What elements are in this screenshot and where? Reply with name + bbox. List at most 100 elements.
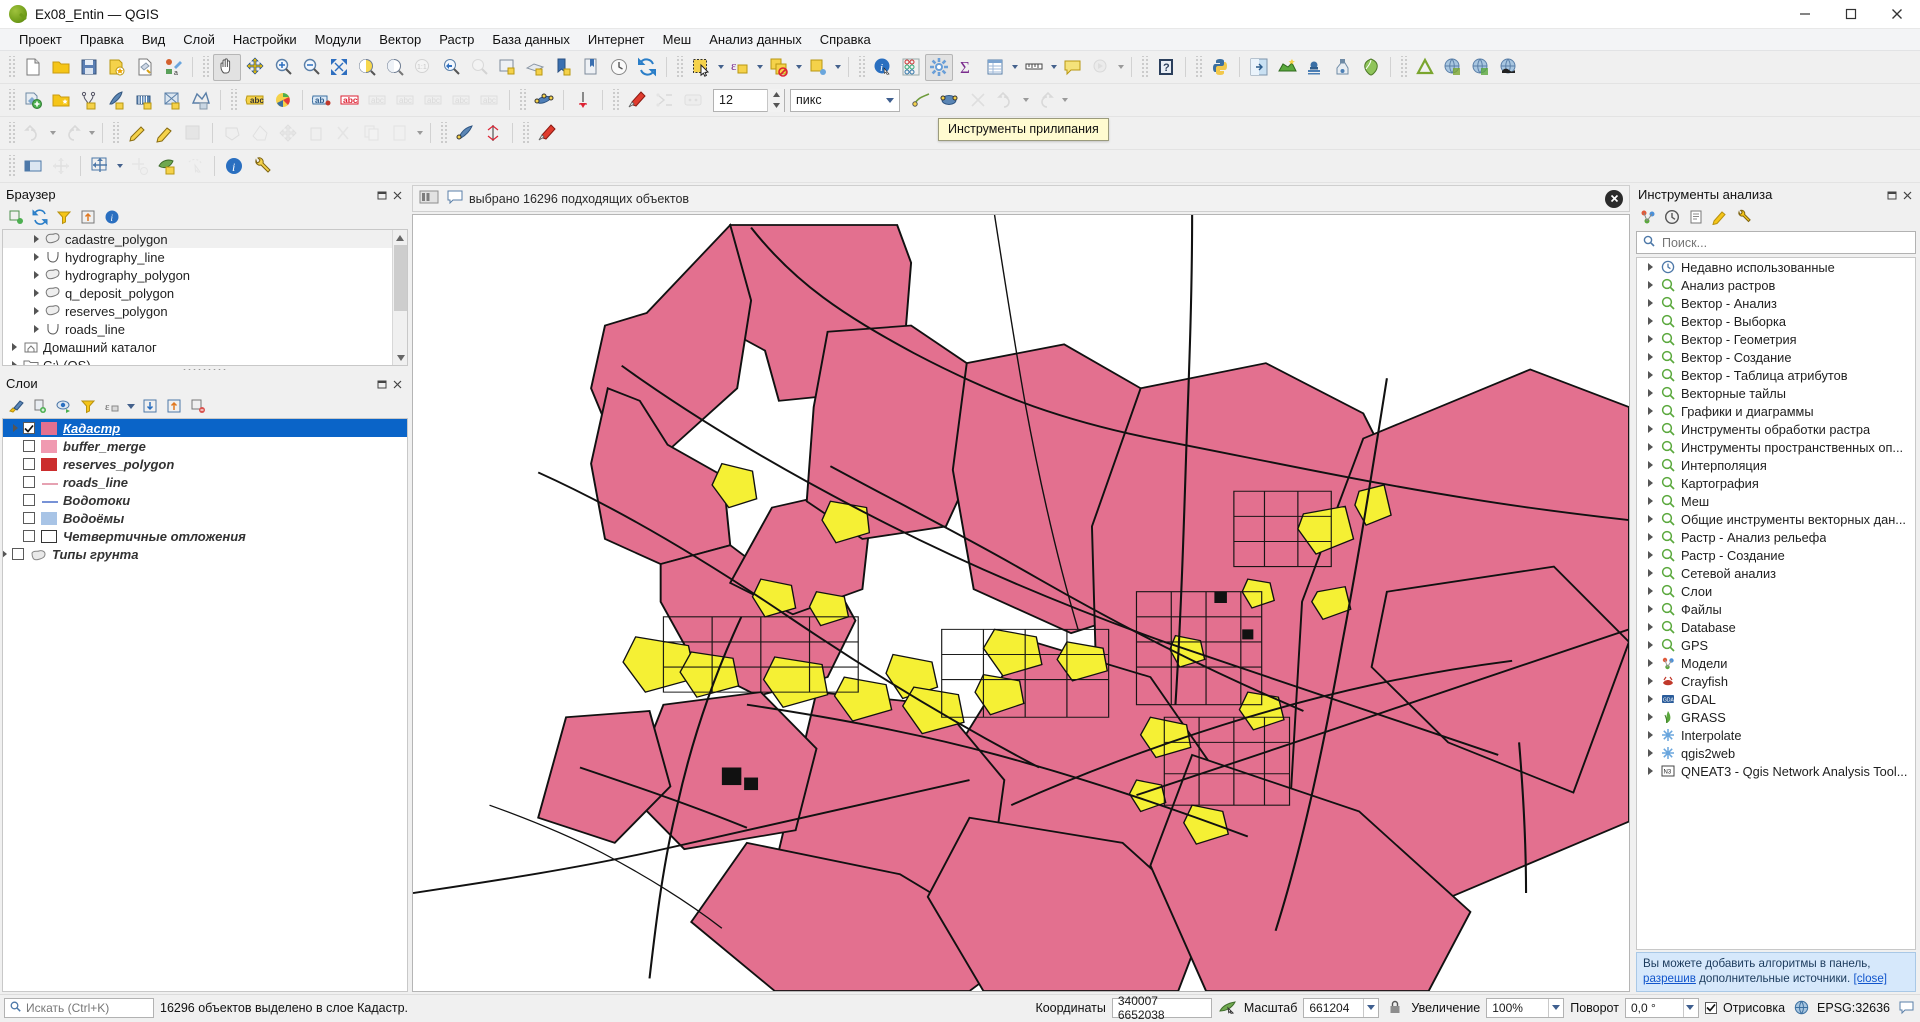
expand-arrow-icon[interactable] [1643, 677, 1658, 685]
processing-search-input[interactable] [1636, 231, 1916, 254]
toggle-panel-button[interactable] [19, 153, 47, 180]
georeferencer-button[interactable] [47, 153, 75, 180]
processing-group-gps[interactable]: GPS [1637, 636, 1915, 654]
pan-to-selection-button[interactable] [241, 54, 269, 81]
topological-editing-button[interactable] [908, 87, 936, 114]
collapse-all-icon[interactable] [77, 207, 99, 228]
expand-arrow-icon[interactable] [3, 550, 12, 558]
new-memory-layer-button[interactable] [103, 87, 131, 114]
add-vector-layer-button[interactable] [1273, 54, 1301, 81]
minimize-button[interactable] [1782, 0, 1828, 29]
toolbar-grip[interactable] [857, 56, 866, 78]
processing-group-raster-creation[interactable]: Растр - Создание [1637, 546, 1915, 564]
stepper-down[interactable] [768, 100, 784, 112]
zoom-in-button[interactable] [269, 54, 297, 81]
attribute-table-dropdown[interactable] [1009, 54, 1020, 81]
new-gpx-layer-button[interactable] [131, 87, 159, 114]
layer-visibility-checkbox[interactable] [23, 512, 35, 524]
note-enable-link[interactable]: разрешив [1643, 972, 1696, 985]
menu-item-project[interactable]: Проект [10, 30, 71, 49]
close-button[interactable] [1874, 0, 1920, 29]
chevron-down-icon[interactable] [881, 90, 898, 111]
measure-dropdown[interactable] [1048, 54, 1059, 81]
select-features-button[interactable] [687, 54, 715, 81]
expand-arrow-icon[interactable] [1643, 749, 1658, 757]
feature-action-dropdown[interactable] [1115, 54, 1126, 81]
undo-button[interactable] [992, 87, 1020, 114]
vertex-tool-button[interactable] [530, 87, 558, 114]
stepper-up[interactable] [768, 89, 784, 101]
toolbar-grip[interactable] [1194, 56, 1203, 78]
processing-group-crayfish[interactable]: Crayfish [1637, 672, 1915, 690]
scroll-down-icon[interactable] [393, 350, 407, 365]
browser-item-q-deposit-polygon[interactable]: q_deposit_polygon [3, 284, 407, 302]
chevron-down-icon[interactable] [1548, 998, 1562, 1017]
add-polygon-digitize-button[interactable] [451, 120, 479, 147]
layer-row-quaternary-deposits[interactable]: Четвертичные отложения [3, 527, 407, 545]
undo-action-dropdown[interactable] [47, 120, 58, 147]
menu-item-help[interactable]: Справка [811, 30, 880, 49]
toolbar-grip[interactable] [675, 56, 684, 78]
processing-group-mesh[interactable]: Меш [1637, 492, 1915, 510]
layer-visibility-checkbox[interactable] [23, 458, 35, 470]
expand-all-icon[interactable] [139, 396, 161, 417]
menu-item-web[interactable]: Интернет [579, 30, 654, 49]
snapping-tolerance-steppers[interactable] [767, 88, 784, 112]
processing-group-recent[interactable]: Недавно использованные [1637, 258, 1915, 276]
expand-arrow-icon[interactable] [1643, 641, 1658, 649]
move-feature-button[interactable] [274, 120, 302, 147]
processing-toolbox-button[interactable] [925, 53, 953, 81]
zoom-out-button[interactable] [297, 54, 325, 81]
expand-arrow-icon[interactable] [1643, 731, 1658, 739]
globe-icon[interactable] [1791, 998, 1811, 1018]
add-layer-icon[interactable] [5, 207, 27, 228]
info-button[interactable]: i [220, 153, 248, 180]
browser-item-hydrography-polygon[interactable]: hydrography_polygon [3, 266, 407, 284]
reshape-features-button[interactable] [479, 120, 507, 147]
options-wrench-button[interactable] [248, 153, 276, 180]
processing-group-plots[interactable]: Графики и диаграммы [1637, 402, 1915, 420]
expand-arrow-icon[interactable] [1643, 533, 1658, 541]
lock-icon[interactable] [1385, 998, 1405, 1018]
python-console-button[interactable] [1206, 54, 1234, 81]
manage-plugins-button[interactable] [1245, 54, 1273, 81]
expand-arrow-icon[interactable] [7, 343, 21, 351]
layer-visibility-checkbox[interactable] [23, 440, 35, 452]
toolbar-grip[interactable] [7, 56, 16, 78]
enable-snapping-button[interactable] [623, 87, 651, 114]
browser-scrollbar[interactable] [392, 230, 407, 365]
processing-group-qneat3[interactable]: N3 QNEAT3 - Qgis Network Analysis Tool... [1637, 762, 1915, 780]
snapping-mode-button[interactable] [679, 87, 707, 114]
refresh-button[interactable] [633, 54, 661, 81]
processing-group-network-analysis[interactable]: Сетевой анализ [1637, 564, 1915, 582]
expand-arrow-icon[interactable] [1643, 263, 1658, 271]
processing-group-database[interactable]: Database [1637, 618, 1915, 636]
undock-icon[interactable] [1887, 189, 1898, 200]
layer-row-reserves-polygon[interactable]: reserves_polygon [3, 455, 407, 473]
processing-group-vector-general[interactable]: Общие инструменты векторных дан... [1637, 510, 1915, 528]
add-polygon-feature-button[interactable] [218, 120, 246, 147]
delete-selected-button[interactable] [302, 120, 330, 147]
expand-arrow-icon[interactable] [29, 307, 43, 315]
zoom-full-button[interactable] [325, 54, 353, 81]
processing-algorithm-tree[interactable]: Недавно использованные Анализ растров Ве… [1636, 257, 1916, 950]
processing-group-raster-tools[interactable]: Инструменты обработки растра [1637, 420, 1915, 438]
avoid-overlap-button[interactable] [936, 87, 964, 114]
new-print-layout-button[interactable] [131, 54, 159, 81]
browser-item-c-drive[interactable]: C:\ (OS) [3, 356, 407, 365]
browser-item-roads-line[interactable]: roads_line [3, 320, 407, 338]
identify-features-button[interactable]: i [869, 54, 897, 81]
expand-arrow-icon[interactable] [29, 325, 43, 333]
menu-item-layer[interactable]: Слой [174, 30, 224, 49]
expand-arrow-icon[interactable] [1643, 425, 1658, 433]
chevron-down-icon[interactable] [1363, 998, 1377, 1017]
coordinates-input[interactable]: 340007 6652038 [1111, 994, 1212, 1022]
new-3d-map-view-button[interactable] [521, 54, 549, 81]
save-project-as-button[interactable] [103, 54, 131, 81]
close-panel-icon[interactable] [1902, 189, 1913, 200]
expand-arrow-icon[interactable] [1643, 479, 1658, 487]
layer-visibility-checkbox[interactable] [23, 530, 35, 542]
layer-tree[interactable]: Кадастр buffer_merge reserves_polygon ro… [2, 418, 408, 992]
select-all-button[interactable] [804, 54, 832, 81]
select-by-expression-dropdown[interactable] [754, 54, 765, 81]
